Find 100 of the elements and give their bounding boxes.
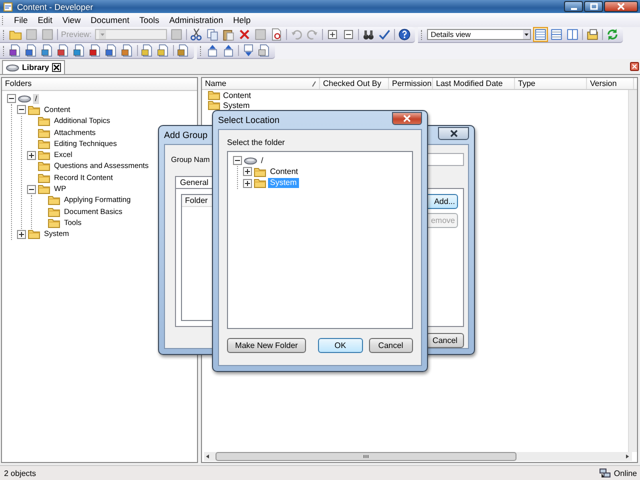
window-title: Content - Developer bbox=[17, 2, 94, 12]
file-name[interactable]: System bbox=[223, 100, 250, 110]
plus-box-icon[interactable] bbox=[326, 28, 339, 41]
menu-item[interactable]: Administration bbox=[164, 15, 228, 25]
cut-icon[interactable] bbox=[190, 28, 203, 41]
close-button[interactable] bbox=[392, 112, 422, 124]
maximize-icon bbox=[590, 3, 598, 10]
pane-header: Folders bbox=[2, 78, 197, 91]
folder-icon bbox=[254, 166, 266, 177]
document-icon[interactable] bbox=[25, 44, 38, 57]
dialog-button[interactable]: Make New Folder bbox=[227, 338, 306, 353]
help-icon[interactable] bbox=[398, 28, 411, 41]
menu-item[interactable]: Document bbox=[86, 15, 134, 25]
column-header[interactable]: Checked Out By bbox=[323, 79, 382, 88]
app-icon bbox=[3, 2, 13, 12]
dialog-button[interactable]: OK bbox=[318, 338, 362, 353]
column-header[interactable]: Type bbox=[518, 79, 536, 88]
column-header[interactable]: Permission bbox=[392, 79, 432, 88]
drive-icon bbox=[18, 94, 31, 103]
close-button[interactable] bbox=[604, 1, 638, 12]
upload-icon[interactable] bbox=[222, 44, 235, 57]
file-name[interactable]: Content bbox=[223, 90, 252, 100]
document-icon[interactable] bbox=[141, 44, 154, 57]
connection-status: Online bbox=[614, 468, 637, 478]
dialog-button[interactable]: Cancel bbox=[368, 338, 413, 353]
folder-tree[interactable]: / Content System bbox=[227, 151, 413, 329]
download-icon[interactable] bbox=[242, 44, 255, 57]
delete-icon[interactable] bbox=[238, 28, 251, 41]
folder-icon bbox=[38, 184, 50, 194]
document-icon[interactable] bbox=[9, 44, 22, 57]
copy-icon[interactable] bbox=[206, 28, 219, 41]
sort-icon bbox=[312, 80, 316, 86]
grip-handle[interactable] bbox=[200, 46, 203, 56]
folder-icon bbox=[28, 229, 40, 240]
menu-item[interactable]: Help bbox=[228, 15, 256, 25]
document-icon[interactable] bbox=[157, 44, 170, 57]
properties-icon[interactable] bbox=[586, 28, 599, 41]
document-icon[interactable] bbox=[105, 44, 118, 57]
library-tab[interactable]: Library bbox=[2, 60, 66, 74]
refresh-icon[interactable] bbox=[606, 28, 619, 41]
network-icon bbox=[598, 468, 611, 478]
close-icon bbox=[617, 3, 625, 10]
folder-icon bbox=[38, 128, 50, 138]
grip-handle[interactable] bbox=[420, 30, 424, 40]
tab[interactable]: General bbox=[175, 176, 214, 188]
menu-item[interactable]: Edit bbox=[32, 15, 58, 25]
dialog-title: Select Location bbox=[218, 115, 281, 125]
folder-icon bbox=[38, 161, 50, 172]
document-search-icon[interactable] bbox=[270, 28, 283, 41]
tree-item[interactable]: / bbox=[259, 156, 266, 166]
horizontal-scrollbar[interactable] bbox=[204, 452, 632, 461]
dialog-prompt: Select the folder bbox=[226, 137, 286, 149]
collapse-icon[interactable] bbox=[27, 184, 36, 194]
split-view-icon[interactable] bbox=[550, 28, 563, 41]
tree-item[interactable]: Content bbox=[268, 166, 300, 177]
list-view-icon[interactable] bbox=[534, 28, 547, 41]
drive-icon bbox=[244, 156, 257, 165]
close-button[interactable] bbox=[438, 126, 469, 140]
binoculars-icon[interactable] bbox=[362, 28, 375, 41]
paste-icon[interactable] bbox=[222, 28, 235, 41]
folder-icon bbox=[48, 195, 60, 206]
menu-item[interactable]: File bbox=[9, 15, 33, 25]
dialog-title: Add Group bbox=[164, 130, 209, 140]
collapse-icon[interactable] bbox=[17, 105, 26, 114]
cancel-button[interactable]: Cancel bbox=[426, 333, 464, 348]
expand-icon[interactable] bbox=[17, 230, 26, 239]
maximize-button[interactable] bbox=[584, 1, 603, 12]
close-icon[interactable] bbox=[52, 63, 62, 72]
document-icon[interactable] bbox=[57, 44, 70, 57]
column-header[interactable]: Last Modified Date bbox=[436, 79, 503, 88]
menu-item[interactable]: View bbox=[57, 15, 86, 25]
folder-icon bbox=[208, 100, 220, 110]
document-icon[interactable] bbox=[258, 44, 271, 57]
minimize-button[interactable] bbox=[564, 1, 583, 12]
menu-item[interactable]: Tools bbox=[134, 15, 164, 25]
folder-icon bbox=[254, 178, 266, 188]
document-icon[interactable] bbox=[73, 44, 86, 57]
expand-icon[interactable] bbox=[243, 167, 252, 176]
folder-icon bbox=[38, 150, 50, 160]
expand-icon[interactable] bbox=[27, 150, 36, 160]
document-icon[interactable] bbox=[177, 44, 190, 57]
document-icon[interactable] bbox=[41, 44, 54, 57]
checkmark-icon[interactable] bbox=[378, 28, 391, 41]
object-count: 2 objects bbox=[4, 468, 36, 478]
columns-view-icon[interactable] bbox=[566, 28, 579, 41]
column-header[interactable]: Version bbox=[590, 79, 617, 88]
expand-icon[interactable] bbox=[243, 178, 252, 188]
preview-label: Preview: bbox=[61, 30, 92, 39]
group-name-field[interactable] bbox=[426, 153, 464, 166]
folder-icon bbox=[208, 90, 220, 100]
folder-icon bbox=[38, 138, 50, 149]
upload-icon[interactable] bbox=[206, 44, 219, 57]
minus-box-icon[interactable] bbox=[342, 28, 355, 41]
document-icon[interactable] bbox=[121, 44, 134, 57]
collapse-icon[interactable] bbox=[7, 94, 16, 104]
close-icon[interactable] bbox=[630, 62, 639, 71]
folder-icon bbox=[38, 172, 50, 183]
collapse-icon[interactable] bbox=[233, 156, 242, 166]
document-icon[interactable] bbox=[89, 44, 102, 57]
column-header[interactable]: Name bbox=[205, 79, 226, 88]
